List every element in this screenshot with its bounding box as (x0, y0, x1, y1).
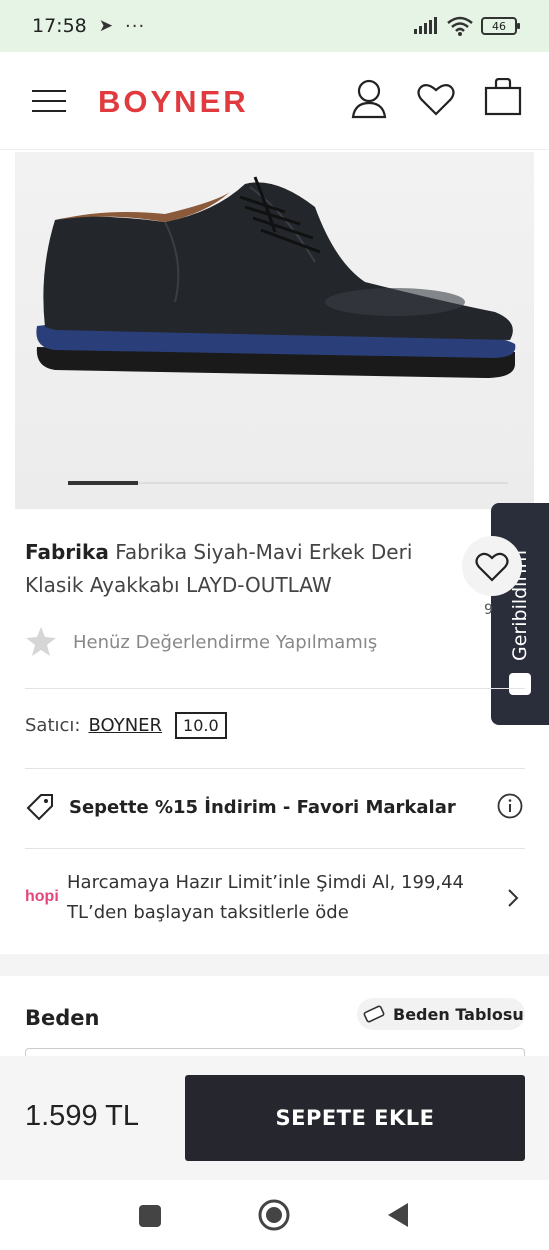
size-table-label: Beden Tablosu (393, 1004, 524, 1024)
back-icon[interactable] (386, 1202, 410, 1228)
seller-label: Satıcı: (25, 715, 81, 736)
account-icon[interactable] (351, 79, 387, 119)
favorites-heart-icon[interactable] (417, 82, 455, 116)
rating-text: Henüz Değerlendirme Yapılmamış (73, 631, 378, 653)
status-time: 17:58 (32, 15, 87, 37)
favorite-count: 9 (484, 602, 493, 618)
status-bar: 17:58 ➤ ··· 46 (0, 0, 549, 52)
divider (25, 848, 525, 849)
heart-icon (475, 552, 509, 582)
add-favorite-button[interactable] (462, 536, 522, 596)
navigation-arrow-icon: ➤ (98, 16, 114, 36)
divider (25, 768, 525, 769)
divider (25, 688, 525, 689)
menu-icon[interactable] (32, 90, 66, 112)
seller-row: Satıcı: BOYNER 10.0 (25, 712, 227, 739)
ruler-icon (363, 1005, 385, 1023)
promo-row[interactable]: Sepette %15 İndirim - Favori Markalar (25, 792, 525, 822)
more-notifications-icon: ··· (125, 15, 146, 37)
battery-icon: 46 (481, 17, 520, 35)
site-header: BOYNER (0, 52, 549, 150)
home-icon[interactable] (258, 1199, 290, 1231)
hopi-logo: hopi (25, 888, 59, 905)
info-icon[interactable] (497, 793, 523, 819)
chevron-right-icon (508, 889, 519, 907)
signal-icon (414, 17, 437, 34)
system-navigation-bar (0, 1180, 549, 1250)
promo-text: Sepette %15 İndirim - Favori Markalar (69, 796, 456, 818)
hopi-text: Harcamaya Hazır Limit’inle Şimdi Al, 199… (67, 872, 465, 923)
seller-link[interactable]: BOYNER (88, 715, 162, 736)
seller-score-badge: 10.0 (175, 712, 227, 739)
feedback-smile-icon (509, 673, 531, 695)
star-icon (26, 627, 56, 656)
product-image-gallery[interactable] (15, 152, 534, 509)
add-to-cart-button[interactable]: SEPETE EKLE (185, 1075, 525, 1161)
size-table-button[interactable]: Beden Tablosu (357, 998, 525, 1030)
rating-row[interactable]: Henüz Değerlendirme Yapılmamış (25, 626, 377, 658)
cart-bag-icon[interactable] (484, 78, 522, 116)
wifi-icon (447, 16, 473, 36)
gallery-progress-indicator (68, 481, 138, 485)
product-title: Fabrika Fabrika Siyah-Mavi Erkek Deri Kl… (25, 536, 455, 602)
boyner-logo[interactable]: BOYNER (98, 84, 249, 120)
shoe-image (36, 176, 516, 378)
tag-icon (26, 794, 53, 821)
price: 1.599 TL (25, 1100, 139, 1132)
bottom-action-bar: 1.599 TL SEPETE EKLE (0, 1056, 549, 1180)
recent-apps-icon[interactable] (138, 1204, 162, 1228)
product-brand[interactable]: Fabrika (25, 540, 109, 564)
section-separator (0, 954, 549, 976)
size-label: Beden (25, 1006, 100, 1030)
